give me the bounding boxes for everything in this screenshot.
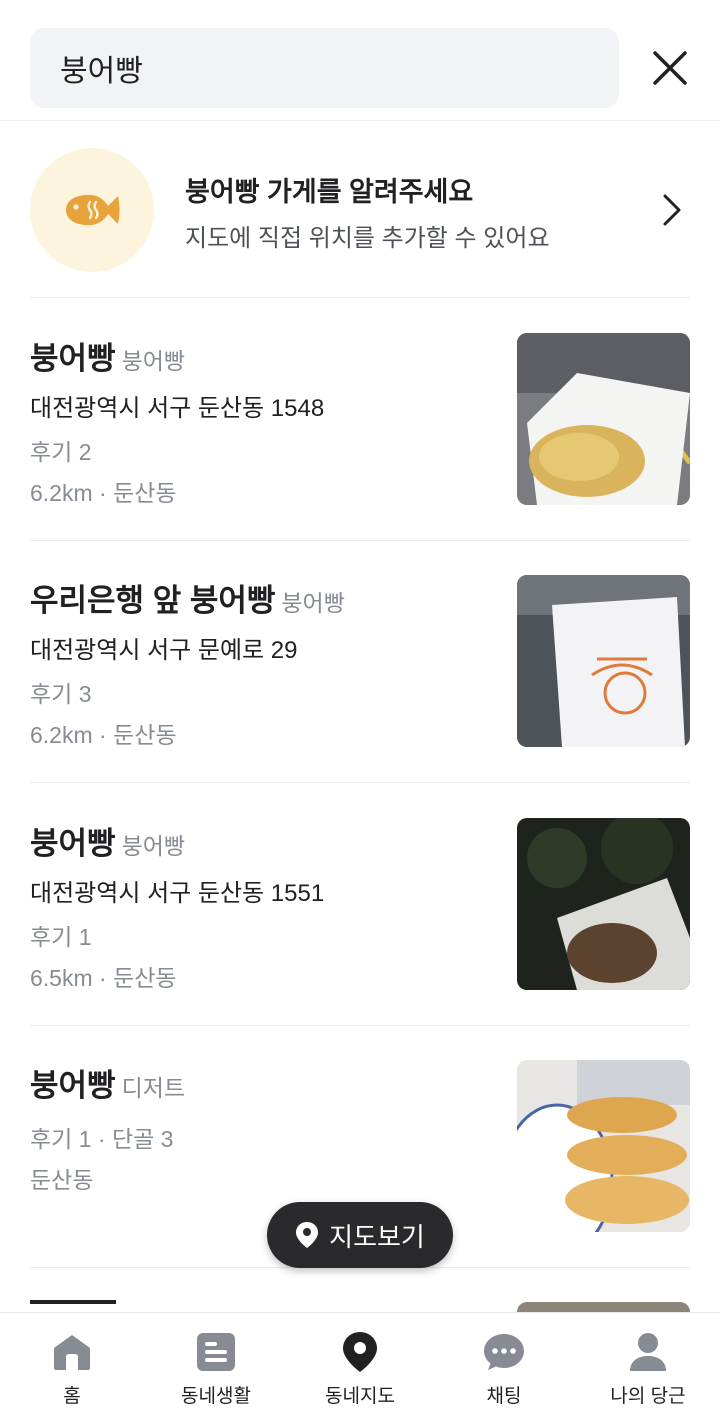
map-pin-icon	[296, 1222, 319, 1248]
tab-map-label: 동네지도	[325, 1386, 395, 1407]
store-reviews: 후기 3	[30, 681, 92, 707]
store-reviews: 후기 1	[30, 924, 92, 950]
banner-icon-circle	[30, 148, 154, 272]
store-title-line: 붕어빵 디저트	[30, 1060, 185, 1105]
home-icon	[54, 1335, 90, 1370]
store-reviews: 후기 2	[30, 439, 92, 465]
store-name: 붕어빵	[30, 1068, 116, 1103]
chat-icon	[484, 1334, 524, 1370]
store-photo	[517, 333, 690, 505]
tab-community[interactable]: 동네생활	[144, 1313, 288, 1418]
store-title-line: 우리은행 앞 붕어빵 붕어빵	[30, 575, 345, 620]
store-address: 대전광역시 서구 문예로 29	[30, 637, 298, 664]
map-view-button[interactable]: 지도보기	[267, 1202, 453, 1268]
store-address: 대전광역시 서구 둔산동 1548	[30, 395, 325, 422]
divider	[30, 297, 690, 298]
store-address: 대전광역시 서구 둔산동 1551	[30, 880, 325, 907]
map-pin-icon	[343, 1332, 377, 1372]
search-header	[0, 0, 720, 121]
banner-title: 붕어빵 가게를 알려주세요	[185, 177, 474, 207]
profile-icon	[630, 1333, 666, 1371]
store-photo	[517, 818, 690, 990]
banner-subtitle: 지도에 직접 위치를 추가할 수 있어요	[185, 225, 550, 252]
store-distance: 둔산동	[30, 1167, 94, 1193]
store-name: 우리은행 앞 붕어빵	[30, 583, 276, 618]
divider	[30, 1025, 690, 1026]
tab-profile[interactable]: 나의 당근	[576, 1313, 720, 1418]
tab-chat-label: 채팅	[486, 1386, 522, 1407]
close-button[interactable]	[645, 43, 695, 93]
divider	[30, 540, 690, 541]
store-category: 붕어빵	[281, 590, 345, 616]
store-distance: 6.5km · 둔산동	[30, 965, 177, 991]
store-distance: 6.2km · 둔산동	[30, 480, 177, 506]
store-name: 붕어빵	[30, 341, 116, 376]
bottom-tab-bar: 홈 동네생활 동네지도 채팅 나의 당근	[0, 1312, 720, 1418]
tab-chat[interactable]: 채팅	[432, 1313, 576, 1418]
store-list-item[interactable]: 붕어빵 붕어빵 대전광역시 서구 둔산동 1551 후기 1 6.5km · 둔산…	[30, 818, 690, 991]
divider	[30, 782, 690, 783]
store-category: 붕어빵	[121, 833, 186, 859]
close-icon	[653, 51, 687, 85]
store-category: 붕어빵	[121, 348, 186, 374]
tab-map[interactable]: 동네지도	[288, 1313, 432, 1418]
store-reviews: 후기 1 · 단골 3	[30, 1126, 174, 1152]
tab-profile-label: 나의 당근	[610, 1386, 686, 1407]
map-view-label: 지도보기	[329, 1221, 425, 1252]
store-category: 디저트	[121, 1075, 186, 1101]
store-title-line: 붕어빵 붕어빵	[30, 333, 185, 378]
store-photo	[517, 575, 690, 747]
document-icon	[197, 1333, 235, 1371]
add-store-banner[interactable]: 붕어빵 가게를 알려주세요 지도에 직접 위치를 추가할 수 있어요	[30, 148, 690, 272]
search-input[interactable]	[30, 28, 619, 108]
store-list-item[interactable]: 우리은행 앞 붕어빵 붕어빵 대전광역시 서구 문예로 29 후기 3 6.2km…	[30, 575, 690, 748]
store-list-item[interactable]: 붕어빵 붕어빵 대전광역시 서구 둔산동 1548 후기 2 6.2km · 둔산…	[30, 333, 690, 506]
store-title-line: 붕어빵 붕어빵	[30, 818, 185, 863]
store-distance: 6.2km · 둔산동	[30, 722, 177, 748]
tab-community-label: 동네생활	[181, 1386, 251, 1407]
tab-home[interactable]: 홈	[0, 1313, 144, 1418]
tab-home-label: 홈	[63, 1386, 81, 1407]
chevron-right-icon	[663, 194, 681, 226]
fish-bread-icon	[66, 194, 120, 226]
store-photo	[517, 1060, 690, 1232]
store-name: 붕어빵	[30, 826, 116, 861]
